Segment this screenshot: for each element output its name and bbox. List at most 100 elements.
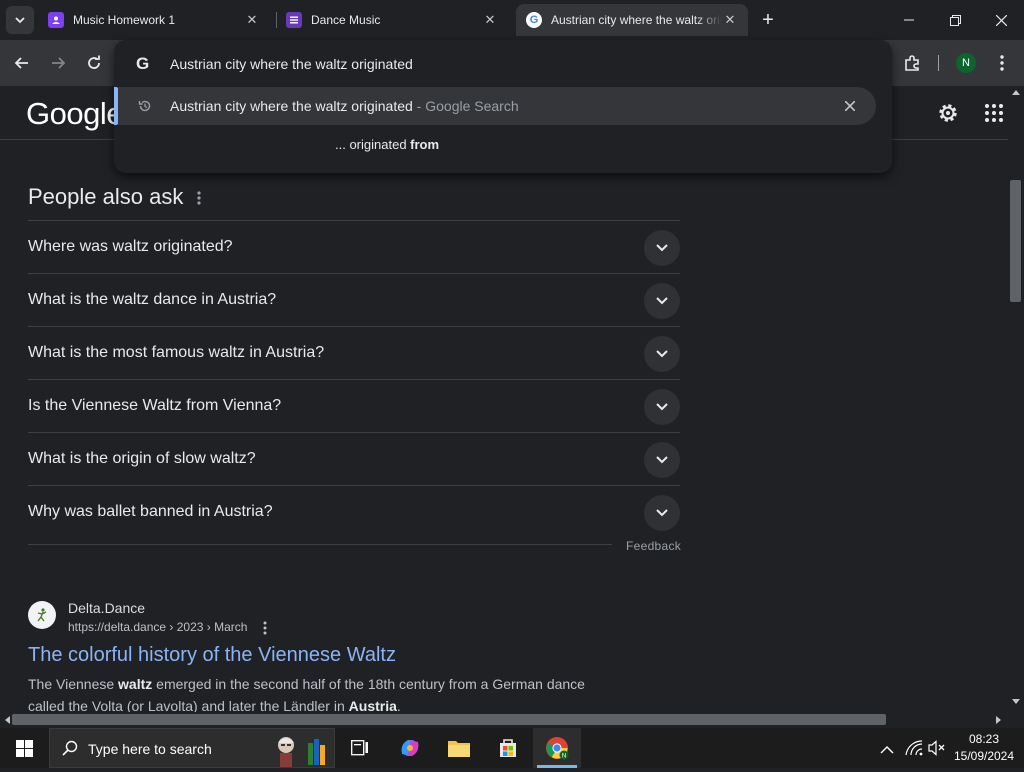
horizontal-scroll-thumb[interactable] <box>12 714 886 725</box>
tab-title: Austrian city where the waltz origina <box>551 13 722 27</box>
google-logo[interactable]: Google <box>26 96 123 132</box>
tab-title: Dance Music <box>311 13 381 27</box>
composer-illustration-icon <box>278 737 294 767</box>
chevron-down-icon <box>656 403 668 411</box>
clock[interactable]: 08:23 15/09/2024 <box>950 731 1018 765</box>
tab-music-homework[interactable]: Music Homework 1 ✕ <box>38 4 270 36</box>
suggestion-row-selected[interactable]: Austrian city where the waltz originated… <box>118 87 876 125</box>
result-url[interactable]: https://delta.dance › 2023 › March <box>68 620 267 635</box>
close-window-button[interactable] <box>978 0 1024 40</box>
task-view-button[interactable] <box>336 728 384 768</box>
search-results-page: Google People also ask Where was waltz o… <box>0 86 1008 712</box>
chevron-down-icon <box>656 509 668 517</box>
remove-suggestion-button[interactable] <box>840 96 860 116</box>
settings-button[interactable] <box>934 99 962 127</box>
result-url-text: https://delta.dance › 2023 › March <box>68 620 248 634</box>
paa-question[interactable]: What is the origin of slow waltz? <box>28 432 680 485</box>
snippet-text: emerged in the second half of the 18th c… <box>152 676 585 692</box>
google-g-icon: G <box>136 54 150 73</box>
network-button[interactable] <box>905 740 923 761</box>
omnibox-dropdown: G Austrian city where the waltz originat… <box>114 40 892 173</box>
paa-question[interactable]: Where was waltz originated? <box>28 220 680 273</box>
expand-button[interactable] <box>644 283 680 319</box>
expand-button[interactable] <box>644 230 680 266</box>
scroll-right-arrow-icon[interactable] <box>996 716 1001 724</box>
paa-more-options[interactable] <box>196 190 202 206</box>
extensions-button[interactable] <box>897 48 927 78</box>
horizontal-scrollbar[interactable] <box>0 712 1024 728</box>
books-icon <box>308 739 325 765</box>
feedback-link[interactable]: Feedback <box>626 539 681 553</box>
expand-button[interactable] <box>644 495 680 531</box>
expand-button[interactable] <box>644 442 680 478</box>
result-title-link[interactable]: The colorful history of the Viennese Wal… <box>28 644 396 667</box>
suggestion-row[interactable]: ... originated from <box>335 137 439 152</box>
volume-button[interactable] <box>928 740 946 761</box>
classroom-icon <box>48 12 64 28</box>
taskbar-search-box[interactable]: Type here to search <box>49 728 335 768</box>
tab-title: Music Homework 1 <box>73 13 176 27</box>
question-text: Where was waltz originated? <box>28 238 233 255</box>
expand-button[interactable] <box>644 389 680 425</box>
svg-text:N: N <box>562 753 566 759</box>
forward-button[interactable] <box>43 48 73 78</box>
search-icon <box>62 740 78 756</box>
clock-date: 15/09/2024 <box>953 749 1015 763</box>
start-button[interactable] <box>0 728 48 768</box>
books-illustration <box>306 737 328 765</box>
back-button[interactable] <box>7 48 37 78</box>
paa-question[interactable]: Is the Viennese Waltz from Vienna? <box>28 379 680 432</box>
snippet-text: . <box>396 698 401 712</box>
reload-button[interactable] <box>79 48 109 78</box>
close-tab-icon[interactable]: ✕ <box>482 12 498 28</box>
paa-question[interactable]: Why was ballet banned in Austria? <box>28 485 680 538</box>
close-tab-icon[interactable]: ✕ <box>244 12 260 28</box>
vertical-scroll-thumb[interactable] <box>1010 180 1021 302</box>
result-site-name[interactable]: Delta.Dance <box>68 600 145 616</box>
profile-initial: N <box>962 57 970 69</box>
minimize-button[interactable] <box>886 0 932 40</box>
restore-button[interactable] <box>932 0 978 40</box>
search-highlight-illustration <box>268 731 304 767</box>
microsoft-store-button[interactable] <box>484 728 532 768</box>
snippet-bold: Austria <box>348 698 397 712</box>
chevron-down-icon <box>656 456 668 464</box>
suggestion-suffix: - Google Search <box>412 98 519 114</box>
copilot-button[interactable] <box>386 728 434 768</box>
arrow-right-icon <box>52 57 66 69</box>
tab-search-button[interactable] <box>6 6 34 34</box>
tab-strip: Music Homework 1 ✕ Dance Music ✕ G Austr… <box>0 0 1024 40</box>
chrome-taskbar-button[interactable]: N <box>533 728 581 768</box>
expand-button[interactable] <box>644 336 680 372</box>
apps-grid-button[interactable] <box>984 103 1004 123</box>
menu-button[interactable] <box>987 48 1017 78</box>
site-favicon <box>28 601 56 629</box>
kebab-menu-icon <box>197 191 201 205</box>
scroll-left-arrow-icon[interactable] <box>5 716 10 724</box>
toolbar-divider <box>938 55 939 71</box>
scroll-down-arrow-icon[interactable] <box>1012 699 1020 704</box>
arrow-left-icon <box>14 57 28 69</box>
close-tab-icon[interactable]: ✕ <box>722 12 738 28</box>
task-view-icon <box>351 740 368 756</box>
tab-austrian-city[interactable]: G Austrian city where the waltz origina … <box>516 4 748 36</box>
paa-divider <box>28 544 612 545</box>
suggestion-text: Austrian city where the waltz originated… <box>170 98 519 114</box>
profile-avatar[interactable]: N <box>956 53 976 73</box>
paa-question[interactable]: What is the waltz dance in Austria? <box>28 273 680 326</box>
question-text: What is the most famous waltz in Austria… <box>28 344 325 361</box>
vertical-scrollbar[interactable] <box>1008 86 1024 712</box>
gear-icon <box>939 104 957 122</box>
new-tab-icon[interactable]: + <box>756 8 780 32</box>
chrome-icon: N <box>546 737 569 760</box>
tab-dance-music[interactable]: Dance Music ✕ <box>276 4 508 36</box>
scroll-up-arrow-icon[interactable] <box>1012 90 1020 95</box>
show-hidden-icons-button[interactable] <box>880 742 894 760</box>
kebab-menu-icon[interactable] <box>263 621 267 635</box>
omnibox-input[interactable]: Austrian city where the waltz originated <box>170 56 413 72</box>
file-explorer-button[interactable] <box>435 728 483 768</box>
chevron-down-icon <box>15 17 25 24</box>
paa-question[interactable]: What is the most famous waltz in Austria… <box>28 326 680 379</box>
windows-icon <box>15 739 33 757</box>
close-icon <box>845 101 855 111</box>
